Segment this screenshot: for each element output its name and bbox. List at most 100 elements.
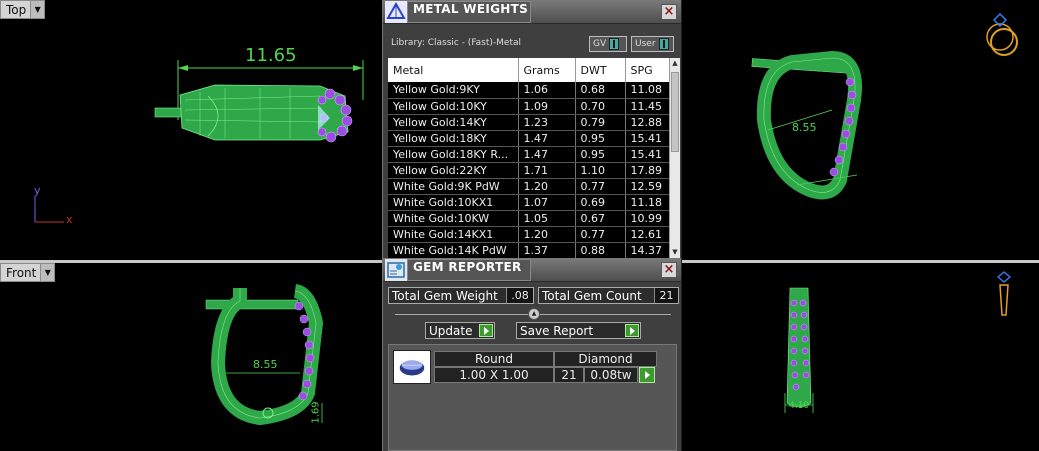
gem-reporter-icon [385, 259, 407, 281]
table-row[interactable]: Yellow Gold:9KY 1.06 0.68 11.08 [388, 82, 676, 99]
gem-list: Round Diamond 1.00 X 1.00 21 0.08tw [388, 344, 677, 451]
gem-reporter-titlebar[interactable]: GEM REPORTER × [383, 258, 681, 282]
top-viewport[interactable]: 11.65 y x Top ▼ [0, 0, 382, 260]
dimension-persp-inner: 8.55 [792, 121, 817, 134]
dwt-cell: 0.67 [575, 210, 626, 227]
slider-knob-icon[interactable]: ▲ [528, 308, 540, 320]
right-viewport[interactable]: 4.10 [682, 263, 1039, 451]
grams-cell: 1.20 [518, 178, 576, 195]
dwt-cell: 1.10 [575, 162, 626, 179]
grams-cell: 1.05 [518, 210, 576, 227]
play-arrow-icon[interactable] [639, 367, 655, 383]
dwt-cell: 0.95 [575, 146, 626, 163]
gem-size: 1.00 X 1.00 [434, 367, 554, 383]
scroll-down-icon[interactable]: ▼ [670, 247, 680, 258]
axis-x-label: x [66, 213, 73, 226]
dwt-cell: 0.69 [575, 194, 626, 211]
spg-cell: 15.41 [625, 146, 676, 163]
spg-cell: 12.59 [625, 178, 676, 195]
column-header-spg[interactable]: SPG [625, 58, 676, 82]
metal-name-cell: White Gold:14K PdW [388, 242, 519, 258]
metal-name-cell: Yellow Gold:9KY [388, 82, 519, 99]
table-row[interactable]: White Gold:10KX1 1.07 0.69 11.18 [388, 194, 676, 211]
scrollbar-thumb[interactable] [671, 72, 679, 152]
right-view-model [784, 271, 1012, 413]
metal-name-cell: White Gold:10KX1 [388, 194, 519, 211]
table-row[interactable]: Yellow Gold:18KY R... 1.47 0.95 15.41 [388, 146, 676, 163]
update-button[interactable]: Update [425, 322, 495, 339]
update-button-label: Update [429, 323, 473, 338]
library-label: Library: Classic - (Fast)-Metal [391, 38, 522, 48]
top-view-model [34, 60, 364, 223]
dwt-cell: 0.68 [575, 82, 626, 99]
total-gem-weight-label: Total Gem Weight [392, 288, 498, 303]
table-row[interactable]: Yellow Gold:14KY 1.23 0.79 12.88 [388, 114, 676, 131]
table-row[interactable]: Yellow Gold:18KY 1.47 0.95 15.41 [388, 130, 676, 147]
spg-cell: 12.61 [625, 226, 676, 243]
metal-table-scrollbar[interactable]: ▲ ▼ [669, 58, 680, 258]
grams-cell: 1.37 [518, 242, 576, 258]
gv-toggle[interactable]: GV [589, 36, 627, 52]
close-icon[interactable]: × [661, 262, 677, 278]
total-gem-count-value: 21 [654, 288, 678, 303]
metal-table-body: Yellow Gold:9KY 1.06 0.68 11.08 Yellow Gold:… [388, 82, 676, 258]
gem-count: 21 [554, 367, 584, 383]
metal-name-cell: White Gold:9K PdW [388, 178, 519, 195]
metal-name-cell: Yellow Gold:22KY [388, 162, 519, 179]
table-row[interactable]: White Gold:9K PdW 1.20 0.77 12.59 [388, 178, 676, 195]
table-row[interactable]: White Gold:10KW 1.05 0.67 10.99 [388, 210, 676, 227]
table-row[interactable]: White Gold:14KX1 1.20 0.77 12.61 [388, 226, 676, 243]
spg-cell: 11.18 [625, 194, 676, 211]
column-header-metal[interactable]: Metal [388, 58, 519, 82]
perspective-viewport[interactable]: 8.55 [682, 0, 1039, 260]
spg-cell: 10.99 [625, 210, 676, 227]
play-arrow-icon[interactable] [479, 324, 493, 337]
gem-shape: Round [434, 351, 554, 367]
column-header-dwt[interactable]: DWT [575, 58, 626, 82]
save-report-button[interactable]: Save Report [516, 322, 641, 339]
viewport-label-top[interactable]: Top ▼ [0, 0, 46, 19]
dimension-top-width: 11.65 [245, 45, 297, 66]
gv-toggle-label: GV [593, 39, 607, 49]
grams-cell: 1.09 [518, 98, 576, 115]
total-gem-weight-field: Total Gem Weight .08 [388, 287, 534, 304]
metal-name-cell: Yellow Gold:18KY R... [388, 146, 519, 163]
play-arrow-icon[interactable] [625, 324, 639, 337]
table-header-row: Metal Grams DWT SPG [388, 58, 676, 82]
user-toggle[interactable]: User [631, 36, 674, 52]
grams-cell: 1.71 [518, 162, 576, 179]
dimension-right-width: 4.10 [789, 401, 810, 411]
grams-cell: 1.47 [518, 130, 576, 147]
user-toggle-label: User [635, 39, 656, 49]
metal-name-cell: Yellow Gold:18KY [388, 130, 519, 147]
metal-name-cell: Yellow Gold:10KY [388, 98, 519, 115]
dwt-cell: 0.70 [575, 98, 626, 115]
save-report-button-label: Save Report [520, 323, 594, 338]
close-icon[interactable]: × [661, 4, 677, 20]
chevron-down-icon[interactable]: ▼ [40, 264, 55, 281]
spg-cell: 12.88 [625, 114, 676, 131]
dwt-cell: 0.88 [575, 242, 626, 258]
scroll-up-icon[interactable]: ▲ [670, 58, 680, 69]
gem-type: Diamond [554, 351, 657, 367]
spg-cell: 11.45 [625, 98, 676, 115]
front-viewport[interactable]: 8.55 1.69 Front ▼ [0, 263, 382, 451]
table-row[interactable]: White Gold:14K PdW 1.37 0.88 14.37 [388, 242, 676, 258]
gem-reporter-panel: GEM REPORTER × Total Gem Weight .08 Tota… [382, 258, 682, 451]
table-row[interactable]: Yellow Gold:10KY 1.09 0.70 11.45 [388, 98, 676, 115]
viewport-label-text: Front [6, 265, 37, 280]
metal-weights-titlebar[interactable]: METAL WEIGHTS × [383, 0, 681, 24]
table-row[interactable]: Yellow Gold:22KY 1.71 1.10 17.89 [388, 162, 676, 179]
list-item[interactable]: Round Diamond 1.00 X 1.00 21 0.08tw [393, 350, 657, 384]
spg-cell: 15.41 [625, 130, 676, 147]
round-gem-icon [393, 350, 431, 384]
metal-weights-icon [385, 1, 407, 23]
metal-name-cell: Yellow Gold:14KY [388, 114, 519, 131]
spg-cell: 11.08 [625, 82, 676, 99]
chevron-down-icon[interactable]: ▼ [30, 1, 45, 18]
column-header-grams[interactable]: Grams [518, 58, 576, 82]
dimension-front-inner: 8.55 [253, 358, 278, 371]
viewport-label-front[interactable]: Front ▼ [0, 263, 56, 282]
metal-weights-panel: METAL WEIGHTS × Library: Classic - (Fast… [382, 0, 682, 260]
grams-cell: 1.47 [518, 146, 576, 163]
